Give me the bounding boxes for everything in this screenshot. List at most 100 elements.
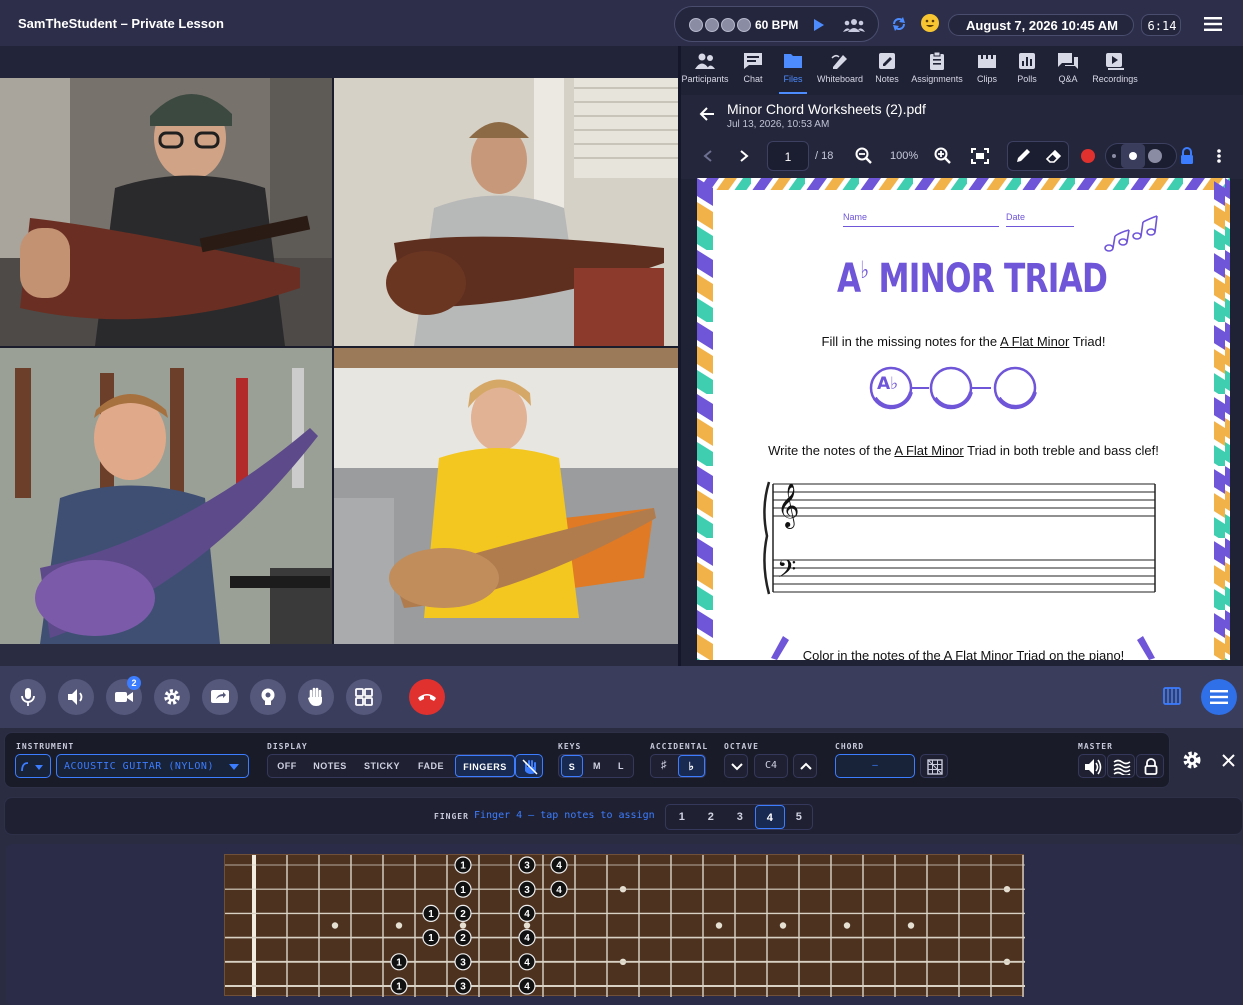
video-tile-participant[interactable] bbox=[334, 78, 678, 346]
pen-icon[interactable] bbox=[1015, 148, 1033, 164]
qa-icon bbox=[1058, 53, 1078, 69]
display-fingers-button[interactable]: FINGERS bbox=[455, 755, 515, 777]
finger-2-button[interactable]: 2 bbox=[698, 805, 724, 829]
finger-marker[interactable]: 3 bbox=[454, 953, 472, 971]
end-call-button[interactable] bbox=[409, 679, 445, 715]
finger-marker[interactable]: 4 bbox=[550, 880, 568, 898]
video-tile-participant[interactable] bbox=[0, 348, 332, 644]
reverb-button[interactable] bbox=[1107, 754, 1135, 778]
finger-marker[interactable]: 4 bbox=[518, 928, 536, 947]
finger-marker[interactable]: 4 bbox=[518, 977, 536, 995]
more-options-icon[interactable] bbox=[1216, 148, 1222, 164]
finger-marker[interactable]: 4 bbox=[550, 856, 568, 874]
finger-marker[interactable]: 1 bbox=[454, 880, 472, 898]
finger-4-button[interactable]: 4 bbox=[755, 805, 785, 829]
finger-marker[interactable]: 2 bbox=[454, 928, 472, 947]
instrument-settings-icon[interactable] bbox=[1182, 750, 1202, 770]
tab-label: Chat bbox=[743, 74, 763, 84]
finger-marker[interactable]: 2 bbox=[454, 904, 472, 923]
piano-keyboard-icon[interactable] bbox=[1163, 687, 1181, 705]
display-mode-group: OFF NOTES STICKY FADE FINGERS bbox=[267, 754, 515, 778]
raise-hand-button[interactable] bbox=[298, 679, 334, 715]
instrument-select[interactable]: ACOUSTIC GUITAR (NYLON) bbox=[56, 754, 249, 778]
close-icon[interactable] bbox=[1222, 754, 1235, 767]
finger-marker[interactable]: 1 bbox=[390, 977, 408, 995]
octave-down-button[interactable] bbox=[724, 754, 748, 778]
master-volume-button[interactable] bbox=[1078, 754, 1106, 778]
prev-page-icon[interactable] bbox=[703, 150, 713, 162]
stroke-size-large[interactable] bbox=[1148, 149, 1162, 163]
play-icon[interactable] bbox=[813, 18, 825, 32]
finger-number: 1 bbox=[460, 861, 466, 872]
stroke-size-small[interactable] bbox=[1112, 154, 1116, 158]
finger-number: 1 bbox=[396, 982, 402, 993]
tab-assignments[interactable]: Assignments bbox=[911, 50, 963, 92]
finger-marker[interactable]: 3 bbox=[454, 977, 472, 995]
zoom-out-icon[interactable] bbox=[855, 147, 873, 165]
keys-small-button[interactable]: S bbox=[561, 755, 583, 777]
microphone-button[interactable] bbox=[10, 679, 46, 715]
camera-button[interactable]: 2 bbox=[106, 676, 142, 715]
octave-up-button[interactable] bbox=[793, 754, 817, 778]
display-notes-button[interactable]: NOTES bbox=[306, 755, 354, 777]
finger-marker[interactable]: 3 bbox=[518, 880, 536, 898]
fit-page-icon[interactable] bbox=[971, 148, 989, 164]
fret-inlay bbox=[459, 922, 467, 929]
music-notes-doodle bbox=[1104, 215, 1158, 252]
lock-icon[interactable] bbox=[1180, 147, 1194, 165]
metronome-control[interactable]: 60 BPM bbox=[674, 6, 879, 42]
finger-5-button[interactable]: 5 bbox=[786, 805, 812, 829]
layout-grid-button[interactable] bbox=[346, 679, 382, 715]
finger-number: 2 bbox=[460, 909, 466, 920]
side-panel-tabs: Participants Chat Files Whiteboard Notes… bbox=[681, 46, 1243, 94]
speaker-button[interactable] bbox=[58, 679, 94, 715]
back-arrow-icon[interactable] bbox=[699, 107, 715, 121]
finger-marker[interactable]: 4 bbox=[518, 904, 536, 923]
display-fade-button[interactable]: FADE bbox=[410, 755, 452, 777]
fretboard[interactable]: 1 3 4 1 3 4 1 2 4 1 2 4 1 3 4 1 3 4 bbox=[224, 854, 1025, 997]
pen-color-swatch[interactable] bbox=[1081, 149, 1095, 163]
ai-assist-button[interactable] bbox=[250, 679, 286, 715]
settings-button[interactable] bbox=[154, 679, 190, 715]
emoji-icon[interactable] bbox=[920, 13, 940, 33]
flat-button[interactable]: ♭ bbox=[678, 755, 705, 777]
finger-marker[interactable]: 1 bbox=[422, 928, 440, 947]
pdf-page[interactable]: Name Date A♭ MINOR TRIAD Fill in the mis… bbox=[697, 178, 1230, 660]
finger-1-button[interactable]: 1 bbox=[669, 805, 695, 829]
video-tile-participant[interactable] bbox=[334, 348, 678, 644]
keys-medium-button[interactable]: M bbox=[586, 755, 608, 777]
next-page-icon[interactable] bbox=[739, 150, 749, 162]
instrument-icon-select[interactable] bbox=[15, 754, 51, 778]
finger-marker[interactable]: 1 bbox=[422, 904, 440, 923]
tab-notes[interactable]: Notes bbox=[861, 50, 913, 92]
fret-inlay bbox=[843, 922, 851, 929]
hand-mode-toggle[interactable] bbox=[515, 754, 543, 778]
keys-large-button[interactable]: L bbox=[610, 755, 632, 777]
video-tile-participant[interactable] bbox=[0, 78, 332, 346]
display-off-button[interactable]: OFF bbox=[272, 755, 302, 777]
eraser-icon[interactable] bbox=[1045, 148, 1063, 164]
tab-files[interactable]: Files bbox=[767, 50, 819, 94]
finger-marker[interactable]: 1 bbox=[454, 856, 472, 874]
chord-grid-button[interactable] bbox=[920, 754, 948, 778]
display-sticky-button[interactable]: STICKY bbox=[358, 755, 406, 777]
group-icon[interactable] bbox=[843, 17, 865, 33]
beat-dot bbox=[721, 18, 735, 32]
finger-marker[interactable]: 3 bbox=[518, 856, 536, 874]
finger-marker[interactable]: 4 bbox=[518, 953, 536, 971]
page-number-input[interactable]: 1 bbox=[767, 141, 809, 171]
screen-share-button[interactable] bbox=[202, 679, 238, 715]
zoom-in-icon[interactable] bbox=[934, 147, 952, 165]
sharp-button[interactable]: ♯ bbox=[653, 755, 675, 777]
tab-whiteboard[interactable]: Whiteboard bbox=[814, 50, 866, 92]
instrument-menu-button[interactable] bbox=[1201, 679, 1237, 715]
tab-participants[interactable]: Participants bbox=[679, 50, 731, 92]
finger-marker[interactable]: 1 bbox=[390, 953, 408, 971]
tab-recordings[interactable]: Recordings bbox=[1085, 50, 1145, 92]
sync-icon[interactable] bbox=[890, 15, 908, 33]
hamburger-menu-icon[interactable] bbox=[1204, 17, 1222, 31]
bpm-value[interactable]: 60 BPM bbox=[755, 18, 798, 32]
finger-3-button[interactable]: 3 bbox=[727, 805, 753, 829]
master-lock-button[interactable] bbox=[1136, 754, 1164, 778]
chord-input[interactable]: – bbox=[835, 754, 915, 778]
